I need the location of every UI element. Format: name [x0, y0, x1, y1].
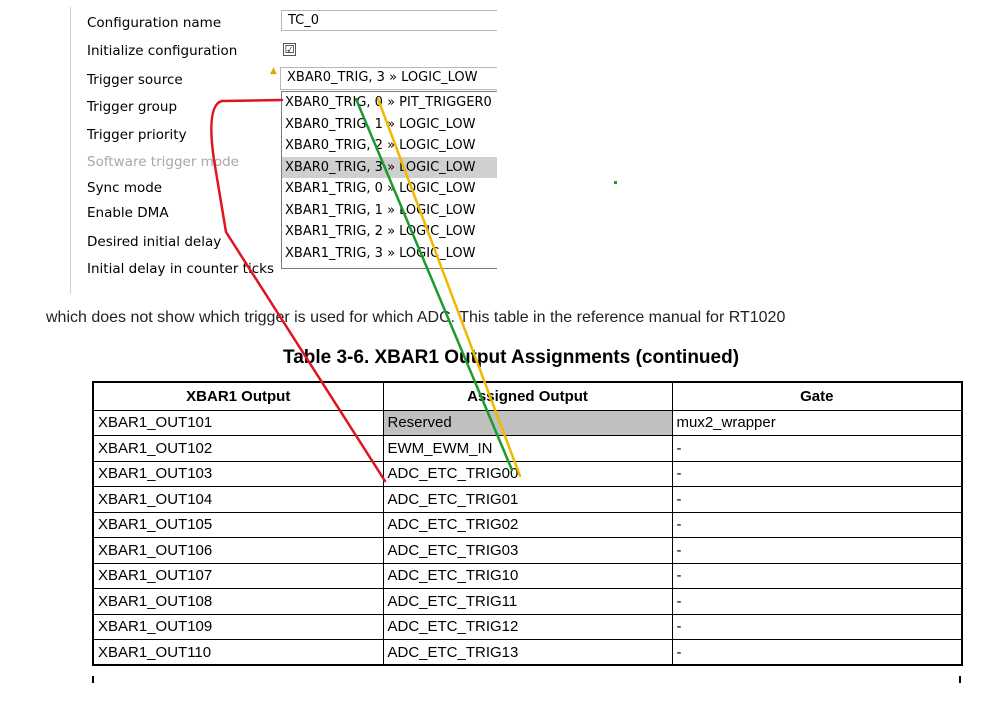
cell-assigned: ADC_ETC_TRIG01	[382, 486, 673, 513]
label-trigger-group: Trigger group	[87, 99, 178, 115]
table-row: XBAR1_OUT104 ADC_ETC_TRIG01 -	[92, 486, 963, 513]
cell-gate: -	[671, 511, 963, 538]
table-row: XBAR1_OUT109 ADC_ETC_TRIG12 -	[92, 613, 963, 640]
cell-output: XBAR1_OUT108	[92, 588, 384, 615]
cell-output: XBAR1_OUT105	[92, 511, 384, 538]
label-initialize-configuration: Initialize configuration	[87, 43, 238, 59]
dropdown-option[interactable]: XBAR0_TRIG, 0 » PIT_TRIGGER0	[282, 92, 497, 114]
label-trigger-source: Trigger source	[87, 72, 183, 88]
cell-gate: -	[671, 613, 963, 640]
cell-assigned: ADC_ETC_TRIG12	[382, 613, 673, 640]
cell-output: XBAR1_OUT104	[92, 486, 384, 513]
body-sentence: which does not show which trigger is use…	[46, 309, 786, 326]
cell-gate: -	[671, 435, 963, 462]
cell-assigned: ADC_ETC_TRIG10	[382, 562, 673, 589]
label-trigger-priority: Trigger priority	[87, 127, 187, 143]
dropdown-option[interactable]: XBAR1_TRIG, 1 » LOGIC_LOW	[282, 200, 497, 222]
table-row: XBAR1_OUT101 Reserved mux2_wrapper	[92, 409, 963, 436]
dropdown-option[interactable]: XBAR1_TRIG, 0 » LOGIC_LOW	[282, 178, 497, 200]
xbar1-output-table: XBAR1 Output Assigned Output Gate XBAR1_…	[92, 381, 963, 666]
cell-output: XBAR1_OUT101	[92, 409, 384, 436]
dropdown-option[interactable]: XBAR0_TRIG, 2 » LOGIC_LOW	[282, 135, 497, 157]
cell-gate: -	[671, 460, 963, 487]
header-xbar1-output: XBAR1 Output	[92, 381, 384, 411]
table-row: XBAR1_OUT106 ADC_ETC_TRIG03 -	[92, 537, 963, 564]
label-software-trigger-mode: Software trigger mode	[87, 154, 239, 170]
cell-assigned: ADC_ETC_TRIG13	[382, 639, 673, 666]
stray-mark	[614, 181, 617, 184]
dropdown-option-selected[interactable]: XBAR0_TRIG, 3 » LOGIC_LOW	[282, 156, 497, 178]
header-gate: Gate	[671, 381, 963, 411]
table-row: XBAR1_OUT103 ADC_ETC_TRIG00 -	[92, 460, 963, 487]
config-panel: Configuration name TC_0 Initialize confi…	[70, 7, 497, 294]
cell-assigned: ADC_ETC_TRIG02	[382, 511, 673, 538]
panel-divider	[70, 7, 71, 294]
table-row: XBAR1_OUT102 EWM_EWM_IN -	[92, 435, 963, 462]
cell-output: XBAR1_OUT107	[92, 562, 384, 589]
label-initial-delay-ticks: Initial delay in counter ticks	[87, 261, 274, 277]
table-caption: Table 3-6. XBAR1 Output Assignments (con…	[283, 347, 740, 368]
table-row: XBAR1_OUT110 ADC_ETC_TRIG13 -	[92, 639, 963, 666]
cell-gate: -	[671, 562, 963, 589]
table-header-row: XBAR1 Output Assigned Output Gate	[92, 381, 963, 411]
initialize-configuration-checkbox[interactable]: ☑	[283, 43, 296, 56]
cell-assigned: Reserved	[382, 409, 673, 436]
cell-output: XBAR1_OUT103	[92, 460, 384, 487]
trigger-source-dropdown[interactable]: XBAR0_TRIG, 0 » PIT_TRIGGER0 XBAR0_TRIG,…	[281, 91, 497, 269]
table-row: XBAR1_OUT108 ADC_ETC_TRIG11 -	[92, 588, 963, 615]
warning-icon: ▲	[270, 66, 277, 76]
cell-output: XBAR1_OUT110	[92, 639, 384, 666]
table-crop-mask	[92, 683, 961, 701]
cell-assigned: ADC_ETC_TRIG00	[382, 460, 673, 487]
cell-assigned: ADC_ETC_TRIG11	[382, 588, 673, 615]
cell-gate: -	[671, 588, 963, 615]
table-row: XBAR1_OUT105 ADC_ETC_TRIG02 -	[92, 511, 963, 538]
label-enable-dma: Enable DMA	[87, 205, 169, 221]
dropdown-option[interactable]: XBAR1_TRIG, 2 » LOGIC_LOW	[282, 221, 497, 243]
label-desired-initial-delay: Desired initial delay	[87, 234, 222, 250]
cell-output: XBAR1_OUT102	[92, 435, 384, 462]
cell-gate: -	[671, 639, 963, 666]
cell-output: XBAR1_OUT109	[92, 613, 384, 640]
table-row: XBAR1_OUT107 ADC_ETC_TRIG10 -	[92, 562, 963, 589]
dropdown-option[interactable]: XBAR1_TRIG, 3 » LOGIC_LOW	[282, 243, 497, 265]
dropdown-option[interactable]: XBAR0_TRIG, 1 » LOGIC_LOW	[282, 114, 497, 136]
cell-assigned: EWM_EWM_IN	[382, 435, 673, 462]
label-configuration-name: Configuration name	[87, 15, 222, 31]
cell-gate: -	[671, 537, 963, 564]
label-sync-mode: Sync mode	[87, 180, 163, 196]
cell-output: XBAR1_OUT106	[92, 537, 384, 564]
cell-gate: -	[671, 486, 963, 513]
cell-gate: mux2_wrapper	[671, 409, 963, 436]
header-assigned-output: Assigned Output	[382, 381, 673, 411]
trigger-source-select[interactable]: XBAR0_TRIG, 3 » LOGIC_LOW	[280, 67, 497, 90]
cell-assigned: ADC_ETC_TRIG03	[382, 537, 673, 564]
configuration-name-input[interactable]: TC_0	[281, 10, 497, 31]
